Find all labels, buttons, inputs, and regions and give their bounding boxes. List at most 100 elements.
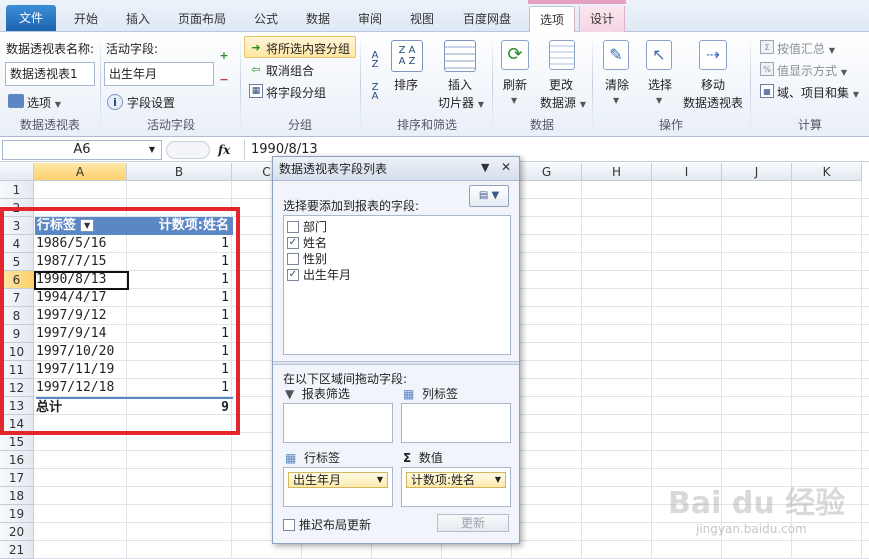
name-box[interactable]: A6 ▼ <box>2 140 162 160</box>
divider <box>592 36 593 132</box>
select-button[interactable]: ▼ <box>656 96 662 105</box>
defer-update-checkbox[interactable]: 推迟布局更新 <box>283 517 371 533</box>
chevron-down-icon[interactable]: ▼ <box>495 473 501 487</box>
sort-descending-icon[interactable]: ZA <box>366 82 384 102</box>
field-item[interactable]: ✓ 出生年月 <box>287 267 351 283</box>
move-pivot-icon: ⇢ <box>699 40 727 70</box>
row-header-21[interactable]: 21 <box>0 541 34 559</box>
formula-bar-resize-handle[interactable] <box>166 141 210 159</box>
field-name: 出生年月 <box>303 268 352 282</box>
group-selection-button[interactable]: 将所选内容分组 <box>266 40 350 57</box>
tab-home[interactable]: 开始 <box>62 6 110 32</box>
field-layout-button[interactable]: ▤ ▼ <box>469 185 509 207</box>
insert-function-button[interactable]: fx <box>218 140 238 160</box>
refresh-button[interactable]: ▼ <box>511 96 517 105</box>
column-header-i[interactable]: I <box>652 163 722 181</box>
refresh-label: 刷新 <box>503 78 528 92</box>
field-item[interactable]: 性别 <box>287 251 327 267</box>
field-item[interactable]: 部门 <box>287 219 327 235</box>
active-field-input[interactable]: 出生年月 <box>104 62 214 86</box>
column-header-h[interactable]: H <box>582 163 652 181</box>
tab-data[interactable]: 数据 <box>294 6 342 32</box>
group-label-calculations: 计算 <box>797 118 822 132</box>
clear-button[interactable]: ▼ <box>613 96 619 105</box>
chevron-down-icon: ▼ <box>828 46 835 55</box>
pane-options-icon[interactable]: ▼ <box>481 161 489 174</box>
chevron-down-icon: ▼ <box>148 145 155 154</box>
insert-slicer-button[interactable]: 切片器 ▼ <box>438 94 484 111</box>
checkbox[interactable] <box>287 221 299 233</box>
summarize-by-button[interactable]: 按值汇总 ▼ <box>777 40 835 57</box>
tab-baidu-disk[interactable]: 百度网盘 <box>450 6 524 32</box>
expand-field-icon[interactable]: + <box>217 48 231 62</box>
column-header-b[interactable]: B <box>127 163 232 181</box>
tab-view[interactable]: 视图 <box>398 6 446 32</box>
show-values-icon: % <box>760 62 774 76</box>
change-source-button[interactable]: 数据源 ▼ <box>540 94 586 111</box>
sort-ascending-icon[interactable]: AZ <box>366 50 384 70</box>
values-label: Σ 数值 <box>403 451 443 465</box>
row-header-16[interactable]: 16 <box>0 451 34 469</box>
column-header-a[interactable]: A <box>34 163 127 181</box>
tab-file[interactable]: 文件 <box>6 5 56 31</box>
pivot-tools-context-header <box>528 0 626 4</box>
group-label-sort-filter: 排序和筛选 <box>396 118 457 132</box>
sort-icon: Z AA Z <box>391 40 423 72</box>
column-header-k[interactable]: K <box>792 163 862 181</box>
row-header-19[interactable]: 19 <box>0 505 34 523</box>
options-button[interactable]: 选项 ▼ <box>27 94 61 111</box>
column-header-g[interactable]: G <box>512 163 582 181</box>
row-header-20[interactable]: 20 <box>0 523 34 541</box>
show-values-as-button[interactable]: 值显示方式 ▼ <box>777 62 847 79</box>
move-pivot-label-1: 移动 <box>701 78 726 92</box>
field-item[interactable]: ✓ 姓名 <box>287 235 327 251</box>
value-field-chip[interactable]: 计数项:姓名 ▼ <box>406 472 506 488</box>
tab-review[interactable]: 审阅 <box>346 6 394 32</box>
row-header-15[interactable]: 15 <box>0 433 34 451</box>
select-label: 选择 <box>648 78 673 92</box>
tab-insert[interactable]: 插入 <box>114 6 162 32</box>
group-label-pivot: 数据透视表 <box>19 118 80 132</box>
collapse-field-icon[interactable]: − <box>217 72 231 86</box>
tab-formulas[interactable]: 公式 <box>242 6 290 32</box>
clear-icon: ✎ <box>603 40 629 70</box>
checkbox[interactable] <box>287 253 299 265</box>
column-labels-area[interactable] <box>401 403 511 443</box>
sort-button[interactable]: 排序 <box>394 76 418 93</box>
row-header-1[interactable]: 1 <box>0 181 34 199</box>
group-field-button[interactable]: 将字段分组 <box>266 84 326 101</box>
checkbox-checked[interactable]: ✓ <box>287 237 299 249</box>
field-settings-button[interactable]: 字段设置 <box>127 94 175 111</box>
choose-fields-label: 选择要添加到报表的字段: <box>283 199 420 213</box>
ungroup-button[interactable]: 取消组合 <box>266 62 314 79</box>
move-pivot-button[interactable]: 数据透视表 <box>683 94 743 111</box>
group-field-icon: ▦ <box>249 84 263 98</box>
row-field-chip[interactable]: 出生年月 ▼ <box>288 472 388 488</box>
tab-page-layout[interactable]: 页面布局 <box>166 6 238 32</box>
row-header-17[interactable]: 17 <box>0 469 34 487</box>
select-all-corner[interactable] <box>0 163 34 181</box>
checkbox-checked[interactable]: ✓ <box>287 269 299 281</box>
group-label-data: 数据 <box>529 118 554 132</box>
fields-items-icon: ▦ <box>760 84 774 98</box>
pane-splitter[interactable] <box>273 361 519 365</box>
values-area[interactable]: 计数项:姓名 ▼ <box>401 467 511 507</box>
fields-items-sets-button[interactable]: 域、项目和集 ▼ <box>777 84 859 101</box>
pivot-name-input[interactable]: 数据透视表1 <box>5 62 95 86</box>
row-labels-area[interactable]: 出生年月 ▼ <box>283 467 393 507</box>
row-header-18[interactable]: 18 <box>0 487 34 505</box>
column-labels-label: ▦ 列标签 <box>403 387 458 401</box>
pivot-field-list-pane[interactable]: 数据透视表字段列表 ▼ ✕ 选择要添加到报表的字段: ▤ ▼ 部门 ✓ 姓名 性别 ✓ 出… <box>272 156 520 544</box>
close-icon[interactable]: ✕ <box>501 160 511 174</box>
column-header-j[interactable]: J <box>722 163 792 181</box>
update-button[interactable]: 更新 <box>437 514 509 532</box>
tab-design[interactable]: 设计 <box>579 6 625 32</box>
chevron-down-icon: ▼ <box>579 100 586 109</box>
report-filter-area[interactable] <box>283 403 393 443</box>
chevron-down-icon[interactable]: ▼ <box>377 473 383 487</box>
ribbon: 数据透视表名称: 数据透视表1 选项 ▼ 数据透视表 活动字段: 出生年月 + … <box>0 32 869 137</box>
tab-options[interactable]: 选项 <box>529 6 575 33</box>
field-name: 姓名 <box>303 236 328 250</box>
insert-slicer-label-1: 插入 <box>448 78 473 92</box>
checkbox[interactable] <box>283 519 295 531</box>
